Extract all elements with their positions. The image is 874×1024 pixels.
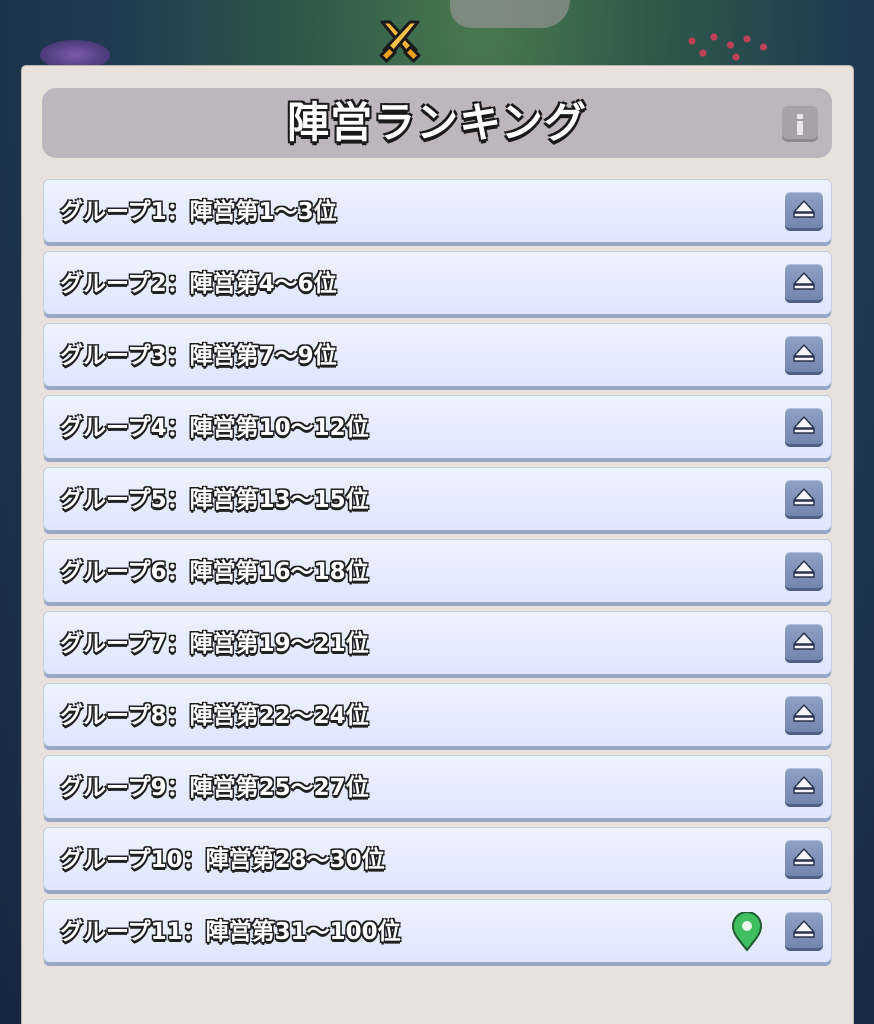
triangle-up-icon xyxy=(793,488,815,506)
group-row[interactable]: グループ3：陣営第7〜9位 xyxy=(44,324,831,386)
expand-toggle-button[interactable] xyxy=(785,408,823,444)
triangle-up-icon xyxy=(793,272,815,290)
triangle-up-icon xyxy=(793,632,815,650)
group-row[interactable]: グループ2：陣営第4〜6位 xyxy=(44,252,831,314)
group-row[interactable]: グループ9：陣営第25〜27位 xyxy=(44,756,831,818)
group-label: グループ4：陣営第10〜12位 xyxy=(60,415,369,441)
group-label: グループ10：陣営第28〜30位 xyxy=(60,847,385,873)
group-row[interactable]: グループ8：陣営第22〜24位 xyxy=(44,684,831,746)
triangle-up-icon xyxy=(793,560,815,578)
group-list: グループ1：陣営第1〜3位 グループ2：陣営第4〜6位 グループ3：陣営第7〜9位グ… xyxy=(44,180,831,972)
title-bar: 陣営ランキング xyxy=(42,88,832,158)
group-label: グループ3：陣営第7〜9位 xyxy=(60,343,337,369)
map-troops xyxy=(670,25,780,65)
triangle-up-icon xyxy=(793,200,815,218)
expand-toggle-button[interactable] xyxy=(785,696,823,732)
group-row[interactable]: グループ5：陣営第13〜15位 xyxy=(44,468,831,530)
expand-toggle-button[interactable] xyxy=(785,912,823,948)
group-row[interactable]: グループ6：陣営第16〜18位 xyxy=(44,540,831,602)
group-label: グループ11：陣営第31〜100位 xyxy=(60,919,401,945)
group-row[interactable]: グループ11：陣営第31〜100位 xyxy=(44,900,831,962)
group-row[interactable]: グループ1：陣営第1〜3位 xyxy=(44,180,831,242)
expand-toggle-button[interactable] xyxy=(785,192,823,228)
group-row[interactable]: グループ7：陣営第19〜21位 xyxy=(44,612,831,674)
expand-toggle-button[interactable] xyxy=(785,552,823,588)
expand-toggle-button[interactable] xyxy=(785,264,823,300)
group-row[interactable]: グループ10：陣営第28〜30位 xyxy=(44,828,831,890)
page-title: 陣営ランキング xyxy=(287,98,587,147)
group-label: グループ1：陣営第1〜3位 xyxy=(60,199,337,225)
triangle-up-icon xyxy=(793,704,815,722)
location-pin-icon xyxy=(729,911,765,952)
triangle-up-icon xyxy=(793,920,815,938)
info-icon xyxy=(797,114,803,135)
group-label: グループ2：陣営第4〜6位 xyxy=(60,271,337,297)
triangle-up-icon xyxy=(793,344,815,362)
triangle-up-icon xyxy=(793,776,815,794)
triangle-up-icon xyxy=(793,848,815,866)
group-label: グループ8：陣営第22〜24位 xyxy=(60,703,369,729)
group-label: グループ7：陣営第19〜21位 xyxy=(60,631,369,657)
expand-toggle-button[interactable] xyxy=(785,768,823,804)
crossed-swords-icon xyxy=(376,18,424,66)
group-label: グループ6：陣営第16〜18位 xyxy=(60,559,369,585)
expand-toggle-button[interactable] xyxy=(785,480,823,516)
group-label: グループ9：陣営第25〜27位 xyxy=(60,775,369,801)
expand-toggle-button[interactable] xyxy=(785,840,823,876)
triangle-up-icon xyxy=(793,416,815,434)
map-rock xyxy=(450,0,570,28)
group-label: グループ5：陣営第13〜15位 xyxy=(60,487,369,513)
expand-toggle-button[interactable] xyxy=(785,624,823,660)
faction-ranking-panel: 陣営ランキング グループ1：陣営第1〜3位 グループ2：陣営第4〜6位 グループ3：… xyxy=(22,66,853,1024)
expand-toggle-button[interactable] xyxy=(785,336,823,372)
group-row[interactable]: グループ4：陣営第10〜12位 xyxy=(44,396,831,458)
info-button[interactable] xyxy=(782,106,818,142)
